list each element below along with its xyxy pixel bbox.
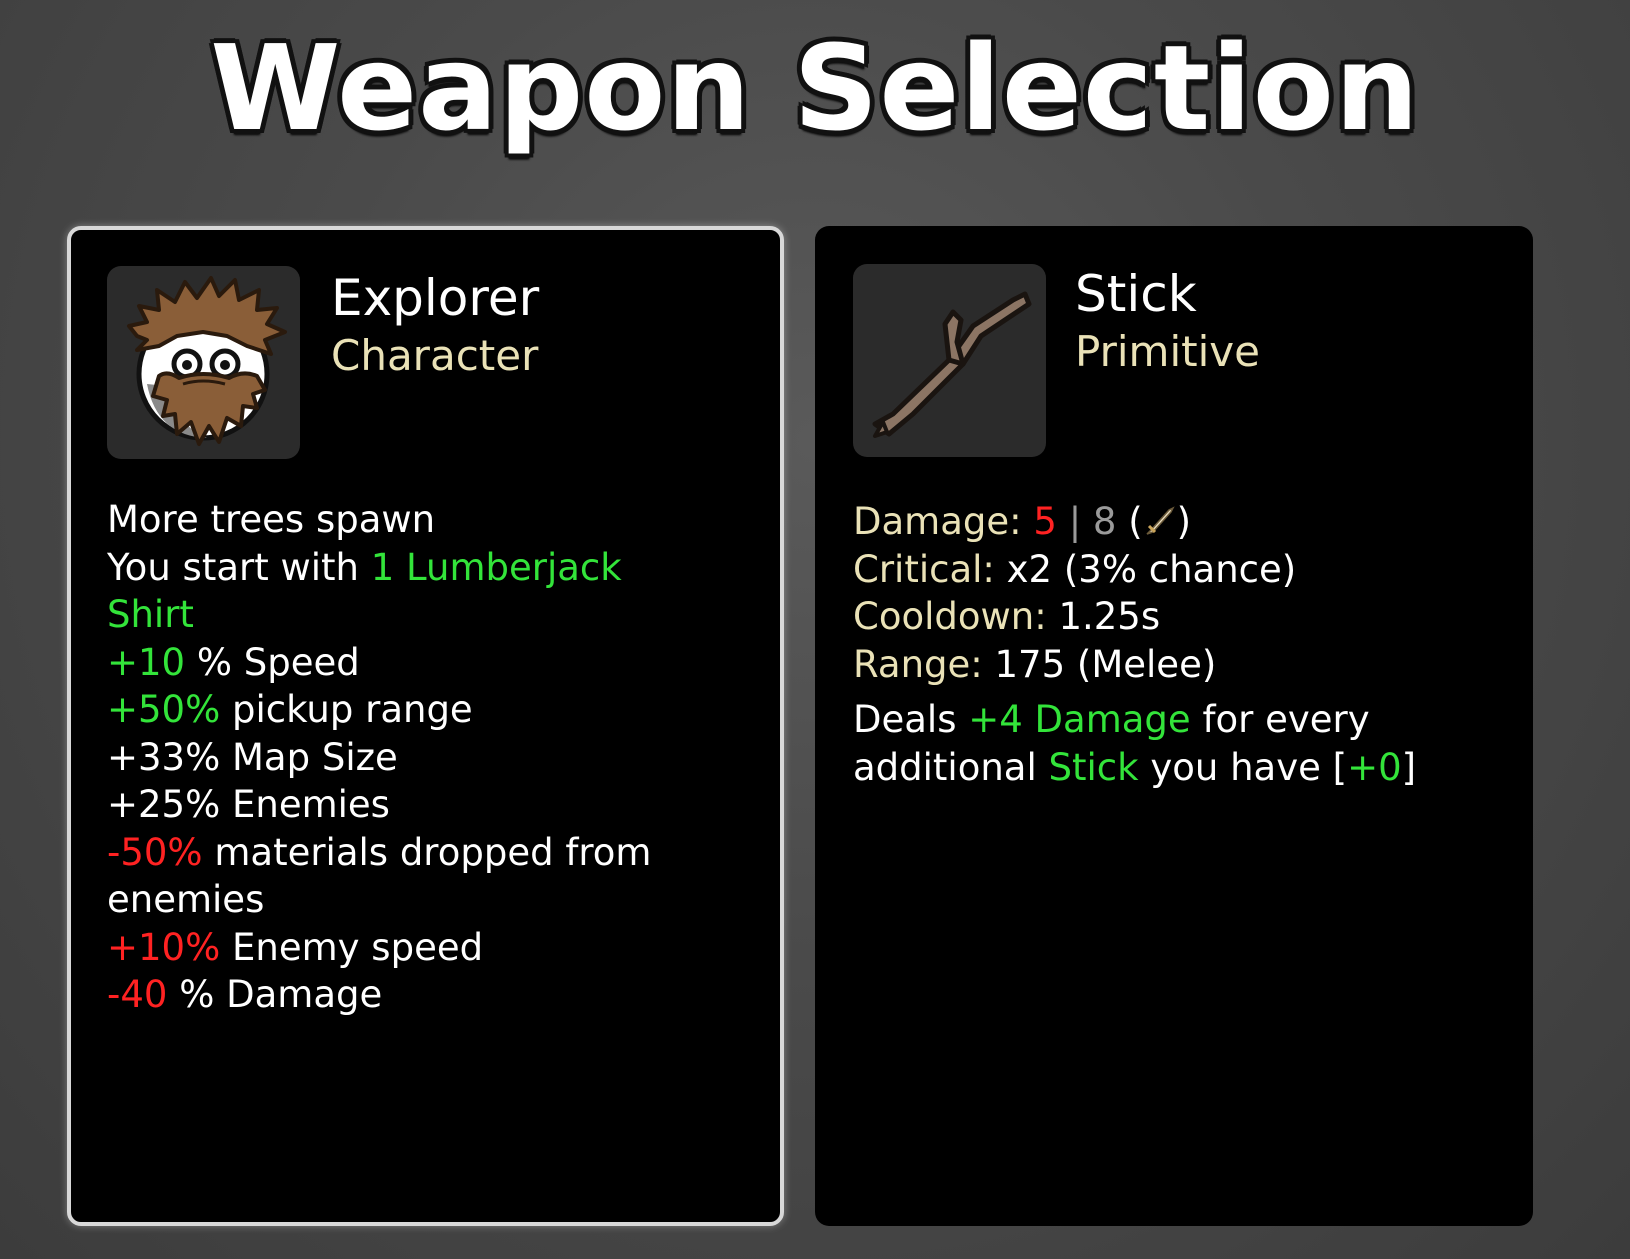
effect-start-prefix: You start with (107, 545, 371, 589)
stat-damage-value: 5 (1033, 500, 1057, 543)
stat-cooldown-value: 1.25s (1058, 595, 1161, 638)
special-item: Stick (1048, 745, 1139, 789)
weapon-name: Stick (1075, 265, 1197, 323)
stat-cooldown: Cooldown: 1.25s (853, 593, 1493, 641)
sword-icon (1143, 502, 1177, 536)
stat-range: Range: 175 (Melee) (853, 641, 1493, 689)
effect-speed-label: % Speed (185, 640, 360, 684)
stat-damage: Damage: 5 | 8 () (853, 498, 1493, 546)
character-effects: More trees spawn You start with 1 Lumber… (107, 496, 747, 1019)
character-type: Character (331, 331, 539, 380)
stat-critical-value: x2 (3% chance) (1006, 547, 1297, 591)
effect-pickup-label: pickup range (220, 688, 473, 731)
character-name: Explorer (331, 269, 540, 327)
stat-range-label: Range: (853, 642, 983, 686)
effect-speed-value: +10 (107, 640, 186, 684)
special-count: +0 (1347, 745, 1402, 789)
character-card[interactable]: Explorer Character More trees spawn You … (67, 226, 784, 1226)
effect-start-item: You start with 1 Lumberjack Shirt (107, 544, 667, 639)
weapon-type: Primitive (1075, 327, 1260, 376)
stat-damage-label: Damage: (853, 500, 1022, 543)
effect-pickup: +50% pickup range (107, 686, 747, 734)
stat-critical-label: Critical: (853, 547, 995, 591)
stat-critical: Critical: x2 (3% chance) (853, 546, 1493, 594)
stat-damage-scaling: () (1128, 500, 1192, 543)
effect-materials: -50% materials dropped from enemies (107, 829, 687, 924)
effect-enemies: +25% Enemies (107, 783, 390, 826)
weapon-stats: Damage: 5 | 8 () Critical: x2 (3% chance… (853, 498, 1493, 791)
weapon-special-effect: Deals +4 Damage for every additional Sti… (853, 696, 1453, 791)
effect-materials-value: -50% (107, 830, 203, 874)
effect-damage: -40 % Damage (107, 971, 747, 1019)
stat-damage-base: 8 (1092, 500, 1117, 543)
weapon-card[interactable]: Stick Primitive Damage: 5 | 8 () Critica… (815, 226, 1533, 1226)
explorer-character-icon (107, 266, 300, 459)
special-prefix: Deals (853, 698, 969, 741)
stat-cooldown-label: Cooldown: (853, 595, 1047, 638)
effect-enemy-speed-value: +10% (107, 925, 221, 969)
effect-enemy-speed: +10% Enemy speed (107, 924, 747, 972)
effect-trees: More trees spawn (107, 498, 436, 541)
effect-damage-value: -40 (107, 973, 168, 1016)
special-bonus: +4 Damage (968, 698, 1191, 741)
page-title: Weapon Selection (210, 19, 1420, 157)
special-end: ] (1401, 745, 1417, 789)
stick-weapon-icon (853, 264, 1046, 457)
stat-range-value: 175 (Melee) (994, 642, 1217, 686)
effect-pickup-value: +50% (107, 688, 221, 731)
effect-damage-label: % Damage (167, 973, 383, 1016)
effect-map-size: +33% Map Size (107, 735, 398, 779)
effect-speed: +10 % Speed (107, 639, 747, 687)
special-suffix: you have [ (1138, 745, 1348, 789)
stat-damage-separator: | (1068, 500, 1082, 543)
effect-enemy-speed-label: Enemy speed (220, 925, 484, 969)
